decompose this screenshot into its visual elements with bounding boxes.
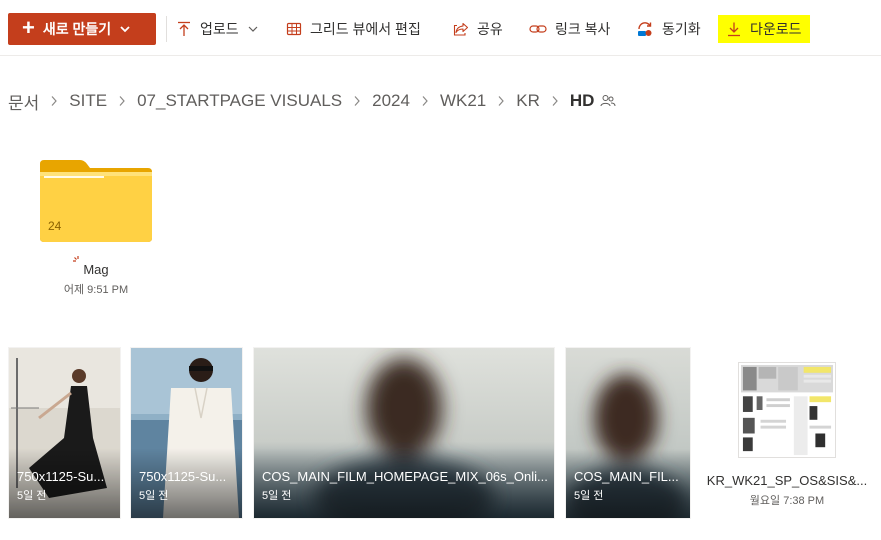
file-name: COS_MAIN_FILM_HOMEPAGE_MIX_06s_Onli... [262,469,548,484]
file-date: 5일 전 [139,490,169,502]
chevron-right-icon [117,95,127,107]
people-icon[interactable] [600,94,616,108]
file-tile[interactable]: COS_MAIN_FILM_HOMEPAGE_MIX_06s_Onli... 5… [253,347,555,519]
file-name: 750x1125-Su... [17,469,105,484]
breadcrumb-current: HD [569,91,595,110]
chevron-right-icon [352,95,362,107]
upload-icon [178,21,190,36]
file-date: 5일 전 [262,490,292,502]
share-label: 공유 [477,21,503,37]
upload-button[interactable]: 업로드 [176,15,259,43]
file-date: 월요일 7:38 PM [749,495,825,507]
copy-link-label: 링크 복사 [555,21,611,37]
link-icon [529,25,547,33]
download-label: 다운로드 [750,21,802,37]
file-date: 5일 전 [17,490,47,502]
grid-icon [286,22,302,36]
file-tile[interactable]: 750x1125-Su... 5일 전 [130,347,243,519]
folder-item-count: 24 [48,219,62,233]
share-icon [453,22,469,36]
chevron-right-icon [49,95,59,107]
upload-label: 업로드 [200,21,239,37]
sync-icon [638,22,652,36]
file-tile[interactable]: COS_MAIN_FIL... 5일 전 [565,347,691,519]
copy-link-button[interactable]: 링크 복사 [529,15,610,43]
file-date: 5일 전 [574,490,604,502]
folder-modified-date: 어제 9:51 PM [63,284,129,296]
breadcrumb-item-kr[interactable]: KR [516,91,540,111]
folder-name[interactable]: Mag [40,262,152,277]
breadcrumb: 문서 SITE 07_STARTPAGE VISUALS 2024 WK21 K… [8,88,616,114]
file-name[interactable]: KR_WK21_SP_OS&SIS&... [700,473,874,488]
sync-button[interactable]: 동기화 [636,15,701,43]
toolbar-divider [166,16,167,42]
breadcrumb-item-2024[interactable]: 2024 [372,91,410,111]
chevron-down-icon [248,26,258,32]
chevron-right-icon [496,95,506,107]
breadcrumb-item-site[interactable]: SITE [69,91,107,111]
plus-icon: + [22,15,35,40]
share-button[interactable]: 공유 [453,15,503,43]
chevron-right-icon [420,95,430,107]
breadcrumb-item-wk21[interactable]: WK21 [440,91,486,111]
new-button-label: 새로 만들기 [42,21,112,37]
breadcrumb-item-documents[interactable]: 문서 [8,89,39,114]
command-bar: + 새로 만들기 업로드 그리드 뷰에서 편집 공유 링크 복사 동기화 다운로… [0,0,881,56]
download-icon [728,22,740,37]
chevron-right-icon [550,95,560,107]
file-name: 750x1125-Su... [139,469,227,484]
file-tile[interactable]: 750x1125-Su... 5일 전 [8,347,121,519]
edit-in-grid-view-button[interactable]: 그리드 뷰에서 편집 [286,15,421,43]
new-button[interactable]: + 새로 만들기 [8,13,156,45]
download-button[interactable]: 다운로드 [718,15,810,43]
document-thumbnail[interactable] [738,362,836,458]
chevron-down-icon [119,23,131,35]
file-name: COS_MAIN_FIL... [574,469,679,484]
breadcrumb-item-startpage-visuals[interactable]: 07_STARTPAGE VISUALS [137,91,342,111]
sync-label: 동기화 [662,21,701,37]
edit-in-grid-view-label: 그리드 뷰에서 편집 [310,21,421,37]
